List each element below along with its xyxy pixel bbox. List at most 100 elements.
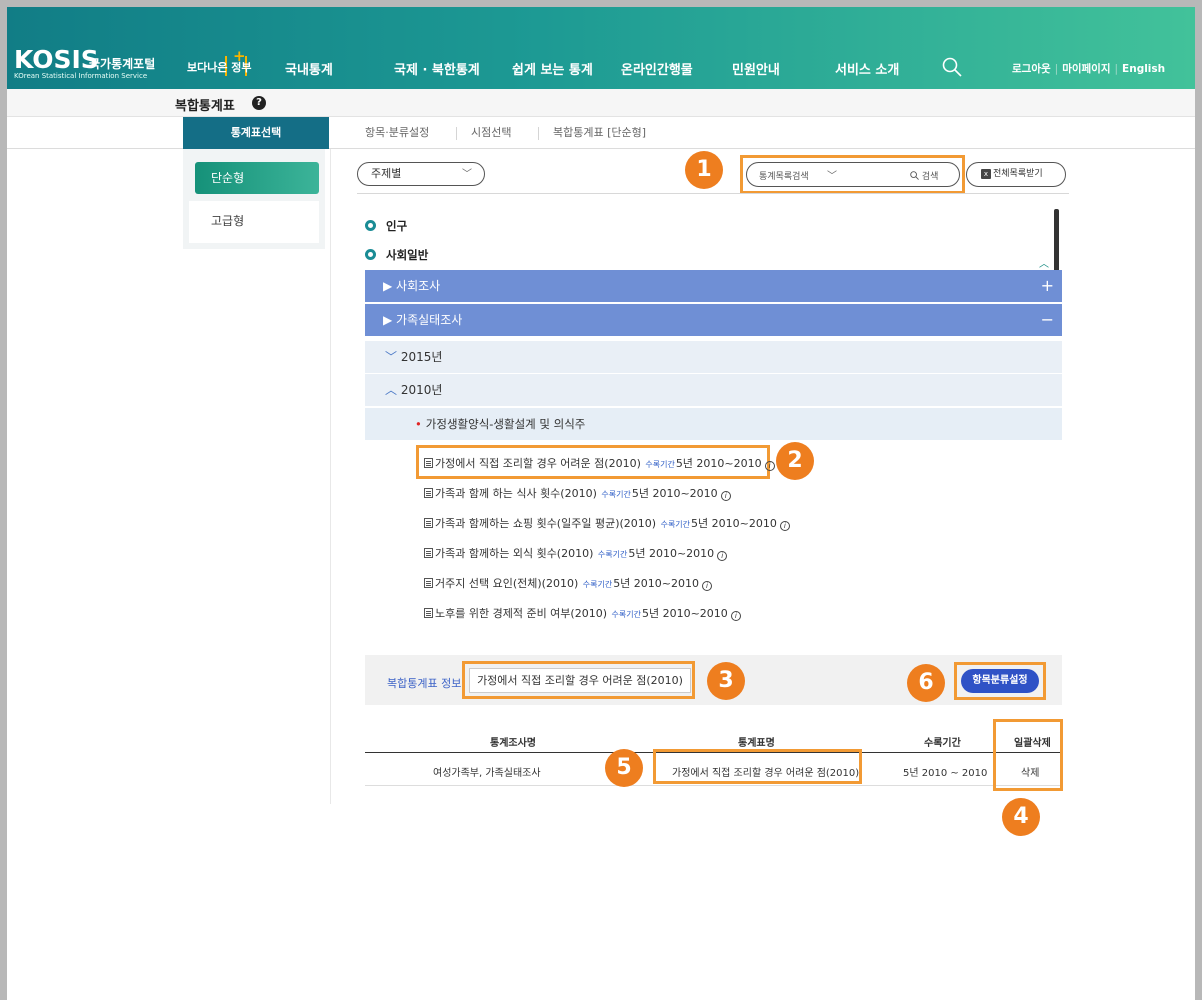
info-icon[interactable]: i [702,581,713,591]
table-doc-icon [424,578,433,588]
info-icon[interactable]: i [720,491,731,501]
list-fade-overlay [365,631,1062,645]
english-link[interactable]: English [1122,63,1165,75]
table-doc-icon [424,458,433,468]
table-doc-icon [424,488,433,498]
annotation-badge-4: 4 [1002,798,1040,836]
highlight-info-field [462,661,695,699]
tab-composite-table[interactable]: 복합통계표 [단순형] [553,117,646,149]
excel-icon: x [981,169,991,179]
collapse-icon[interactable]: − [1041,304,1054,336]
info-icon[interactable]: i [717,551,728,561]
nav-international-stats[interactable]: 국제 · 북한통계 [394,59,480,78]
expand-icon[interactable]: + [1041,270,1054,302]
stat-item-title: 가족과 함께하는 쇼핑 횟수(일주일 평균)(2010) [435,517,657,530]
period-tag: 수록기간 [597,550,628,559]
topic-select[interactable]: 주제별 ﹀ [357,162,485,186]
stat-item[interactable]: 거주지 선택 요인(전체)(2010) 수록기간5년 2010~2010 i [424,575,713,593]
stat-item-title: 가족과 함께 하는 식사 횟수(2010) [435,487,597,500]
tree-node-society[interactable]: 사회일반 [365,247,428,265]
nav-online-publications[interactable]: 온라인간행물 [621,59,693,78]
side-item-simple[interactable]: 단순형 [195,162,319,194]
stat-item[interactable]: 노후를 위한 경제적 준비 여부(2010) 수록기간5년 2010~2010 i [424,605,741,623]
topic-select-value: 주제별 [371,167,402,180]
stat-item-period: 5년 2010~2010 [613,577,700,590]
annotation-badge-2: 2 [776,442,814,480]
period-tag: 수록기간 [601,490,631,499]
divider: | [1114,63,1119,75]
logout-link[interactable]: 로그아웃 [1012,63,1051,75]
year-label: 2010년 [400,383,443,397]
highlight-setting-button [954,662,1046,700]
chevron-up-icon[interactable]: ︿ [1039,255,1049,270]
tree-node-population[interactable]: 인구 [365,218,407,236]
period-tag: 수록기간 [582,580,613,589]
site-header: KOSIS 국가통계포털 KOrean Statistical Informat… [7,7,1195,89]
composite-info-label: 복합통계표 정보 [387,677,462,690]
title-bar: 복합통계표 ? [7,89,1195,117]
plus-icon: + [233,47,246,65]
side-item-advanced[interactable]: 고급형 [189,201,319,243]
tree-node-label: 인구 [386,219,408,233]
info-icon[interactable]: i [764,461,775,471]
table-doc-icon [424,608,433,618]
stat-item-period: 5년 2010~2010 [675,457,762,470]
annotation-badge-6: 6 [907,664,945,702]
nav-civil-service[interactable]: 민원안내 [732,59,780,78]
stat-item-title: 노후를 위한 경제적 준비 여부(2010) [435,607,608,620]
stat-item[interactable]: 가족과 함께하는 외식 횟수(2010) 수록기간5년 2010~2010 i [424,545,728,563]
tree-node-label: 사회일반 [386,248,429,262]
tree-subgroup[interactable]: • 가정생활양식-생활설계 및 의식주 [365,408,1062,440]
annotation-badge-1: 1 [685,151,723,189]
folder-icon [365,220,376,231]
nav-easy-stats[interactable]: 쉽게 보는 통계 [512,59,593,78]
col-period: 수록기간 [924,738,961,749]
search-icon[interactable] [942,57,962,77]
page-title: 복합통계표 [175,99,235,114]
tree-year-2010[interactable]: ︿ 2010년 [365,374,1062,406]
utility-links: 로그아웃 | 마이페이지 | English [1012,61,1165,76]
nav-service-intro[interactable]: 서비스 소개 [835,59,899,78]
stat-item-title: 거주지 선택 요인(전체)(2010) [435,577,579,590]
highlight-delete-column [993,719,1063,791]
stat-item-title: 가정에서 직접 조리할 경우 어려운 점(2010) [435,457,641,470]
annotation-badge-3: 3 [707,662,745,700]
mypage-link[interactable]: 마이페이지 [1062,63,1110,75]
tab-item-setting[interactable]: 항목·분류설정 [365,117,429,149]
stat-item-period: 5년 2010~2010 [641,607,728,620]
stat-item-period: 5년 2010~2010 [691,517,777,530]
cell-period: 5년 2010 ~ 2010 [903,768,988,779]
tree-bar-social-survey[interactable]: ▶ 사회조사 + [365,270,1062,302]
help-icon[interactable]: ? [252,96,266,110]
scrollbar[interactable] [1054,209,1059,273]
stat-item[interactable]: 가정에서 직접 조리할 경우 어려운 점(2010) 수록기간5년 2010~2… [424,455,775,473]
table-doc-icon [424,548,433,558]
search-icon [910,171,919,180]
stats-search-box[interactable]: 통계목록검색 ﹀ 검색 [746,162,960,187]
tree-bar-family-survey[interactable]: ▶ 가족실태조사 − [365,304,1062,336]
logo-korean-text[interactable]: 국가통계포털 [89,55,155,72]
nav-domestic-stats[interactable]: 국내통계 [285,59,333,78]
year-label: 2015년 [400,350,443,364]
stat-item-title: 가족과 함께하는 외식 횟수(2010) [435,547,594,560]
download-all-button[interactable]: x 전체목록받기 [966,162,1066,187]
search-scope-select[interactable]: 통계목록검색 [759,169,809,182]
table-doc-icon [424,518,433,528]
search-button[interactable]: 검색 [910,169,938,182]
tree-bar-label: 사회조사 [396,279,441,293]
subgroup-label: 가정생활양식-생활설계 및 의식주 [425,417,586,431]
tab-select-table[interactable]: 통계표선택 [183,117,329,149]
tree-year-2015[interactable]: ﹀ 2015년 [365,341,1062,373]
info-icon[interactable]: i [779,521,790,531]
kosis-logo[interactable]: KOSIS [14,45,99,74]
stat-item[interactable]: 가족과 함께 하는 식사 횟수(2010) 수록기간5년 2010~2010 i [424,485,731,503]
info-icon[interactable]: i [730,611,741,621]
triangle-right-icon: ▶ [383,313,397,327]
column-divider [330,149,331,804]
tab-period-select[interactable]: 시점선택 [471,117,511,149]
stat-item[interactable]: 가족과 함께하는 쇼핑 횟수(일주일 평균)(2010) 수록기간5년 2010… [424,515,790,533]
divider [456,127,457,140]
stat-item-period: 5년 2010~2010 [631,487,718,500]
step-tabs: 통계표선택 항목·분류설정 시점선택 복합통계표 [단순형] [7,117,1195,149]
cell-survey: 여성가족부, 가족실태조사 [433,768,541,779]
